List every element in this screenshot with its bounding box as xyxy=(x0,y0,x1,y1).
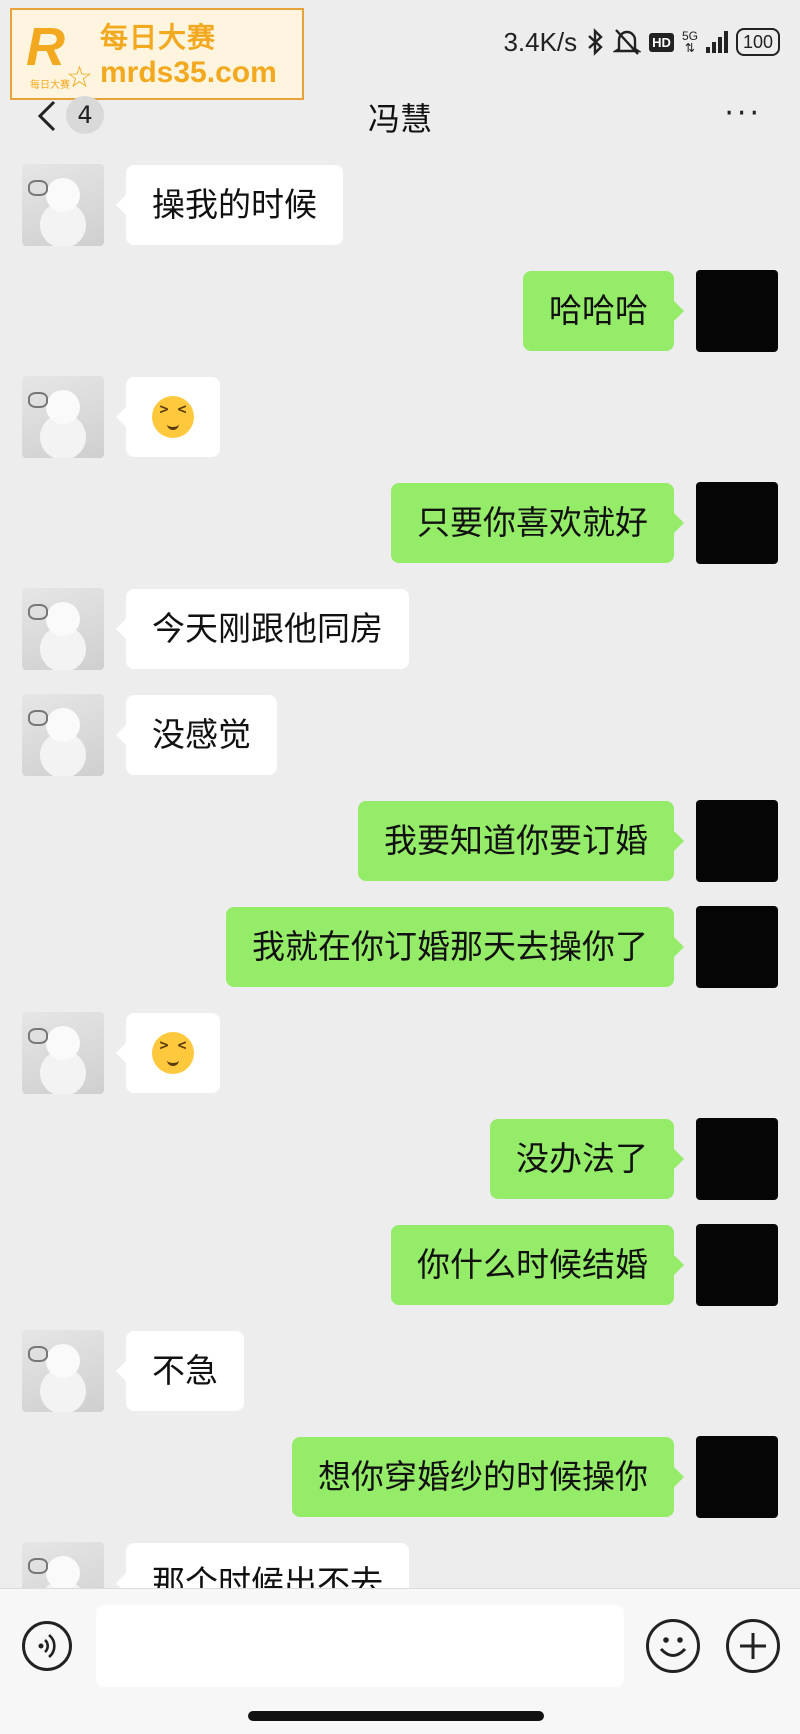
message-bubble[interactable] xyxy=(116,377,220,457)
message-row: 我要知道你要订婚 xyxy=(0,800,800,884)
message-bubble[interactable]: 我要知道你要订婚 xyxy=(358,801,684,881)
message-bubble[interactable]: 今天刚跟他同房 xyxy=(116,589,409,669)
contact-avatar[interactable] xyxy=(22,694,104,776)
message-row: 哈哈哈 xyxy=(0,270,800,354)
contact-avatar[interactable] xyxy=(22,588,104,670)
message-row: 不急 xyxy=(0,1330,800,1414)
message-row: 你什么时候结婚 xyxy=(0,1224,800,1308)
message-bubble[interactable]: 那个时候出不去 xyxy=(116,1543,409,1588)
message-bubble[interactable]: 你什么时候结婚 xyxy=(391,1225,684,1305)
my-avatar[interactable] xyxy=(696,800,778,882)
battery-icon: 100 xyxy=(735,28,780,56)
message-list[interactable]: 操我的时候 哈哈哈 只要你喜欢就好 今天刚跟他同房 没感觉 我要知道你要订婚 我… xyxy=(0,152,800,1588)
network-type: 5G ⇅ xyxy=(681,29,698,55)
net-speed: 3.4K/s xyxy=(503,26,578,57)
message-row: 没办法了 xyxy=(0,1118,800,1202)
message-bubble[interactable] xyxy=(116,1013,220,1093)
message-row: 我就在你订婚那天去操你了 xyxy=(0,906,800,990)
squinting-smile-emoji xyxy=(152,395,194,438)
my-avatar[interactable] xyxy=(696,1224,778,1306)
emoji-button-icon[interactable] xyxy=(646,1619,700,1673)
watermark-line1: 每日大赛 xyxy=(100,21,217,54)
message-row xyxy=(0,1012,800,1096)
input-bar xyxy=(0,1588,800,1734)
my-avatar[interactable] xyxy=(696,1436,778,1518)
message-bubble[interactable]: 不急 xyxy=(116,1331,244,1411)
message-row: 没感觉 xyxy=(0,694,800,778)
contact-avatar[interactable] xyxy=(22,1012,104,1094)
hd-badge: HD xyxy=(649,32,674,52)
message-row: 今天刚跟他同房 xyxy=(0,588,800,672)
my-avatar[interactable] xyxy=(696,906,778,988)
message-row: 想你穿婚纱的时候操你 xyxy=(0,1436,800,1520)
more-options-icon[interactable]: ··· xyxy=(724,99,762,129)
my-avatar[interactable] xyxy=(696,270,778,352)
voice-input-icon[interactable] xyxy=(22,1621,72,1671)
status-bar: R ☆ 每日大赛 每日大赛 mrds35.com 3.4K/s HD 5G ⇅ 1… xyxy=(0,0,800,100)
contact-avatar[interactable] xyxy=(22,164,104,246)
signal-icon xyxy=(705,31,728,53)
my-avatar[interactable] xyxy=(696,482,778,564)
squinting-smile-emoji xyxy=(152,1031,194,1074)
message-bubble[interactable]: 没办法了 xyxy=(490,1119,684,1199)
message-bubble[interactable]: 操我的时候 xyxy=(116,165,343,245)
message-bubble[interactable]: 我就在你订婚那天去操你了 xyxy=(226,907,684,987)
message-row: 那个时候出不去 xyxy=(0,1542,800,1588)
message-bubble[interactable]: 哈哈哈 xyxy=(523,271,684,351)
watermark-logo-letter: R xyxy=(26,17,65,77)
battery-level: 100 xyxy=(742,32,773,52)
contact-avatar[interactable] xyxy=(22,376,104,458)
message-row: 操我的时候 xyxy=(0,164,800,248)
message-bubble[interactable]: 没感觉 xyxy=(116,695,277,775)
message-input[interactable] xyxy=(96,1605,624,1687)
message-bubble[interactable]: 只要你喜欢就好 xyxy=(391,483,684,563)
add-attachment-icon[interactable] xyxy=(726,1619,780,1673)
contact-avatar[interactable] xyxy=(22,1330,104,1412)
my-avatar[interactable] xyxy=(696,1118,778,1200)
mute-bell-icon xyxy=(613,29,642,55)
contact-avatar[interactable] xyxy=(22,1542,104,1588)
home-indicator[interactable] xyxy=(248,1711,544,1721)
chat-header: 4 冯慧 ··· xyxy=(0,80,800,152)
chat-title: 冯慧 xyxy=(367,100,432,138)
message-bubble[interactable]: 想你穿婚纱的时候操你 xyxy=(292,1437,684,1517)
bluetooth-icon xyxy=(588,28,603,56)
message-row xyxy=(0,376,800,460)
message-row: 只要你喜欢就好 xyxy=(0,482,800,566)
